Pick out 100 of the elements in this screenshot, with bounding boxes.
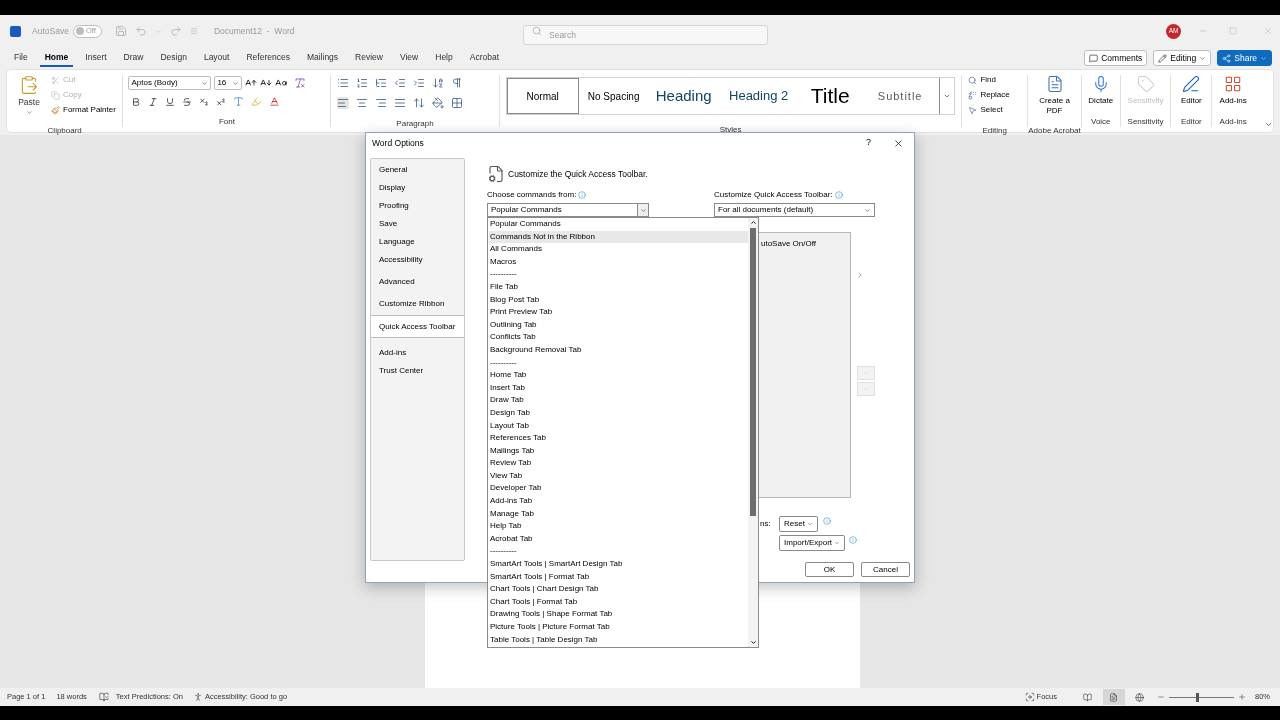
dropdown-option[interactable]: Picture Tools | Picture Format Tab (489, 621, 748, 634)
underline-icon[interactable] (165, 96, 176, 107)
ribbon-tab[interactable]: Review (350, 49, 388, 67)
toolbar-scope-dropdown[interactable]: For all documents (default) (714, 203, 875, 217)
dropdown-option[interactable]: Drawing Tools | Shape Format Tab (489, 608, 748, 621)
strikethrough-icon[interactable] (182, 96, 193, 107)
font-name-field[interactable]: Aptos (Body) (128, 76, 212, 90)
dropdown-option[interactable]: View Tab (489, 469, 748, 483)
options-nav-item[interactable]: Language (371, 233, 464, 251)
dropdown-option[interactable]: Chart Tools | Chart Design Tab (489, 583, 748, 596)
editing-command[interactable]: Replace (968, 89, 1022, 101)
dropdown-option[interactable]: Commands Not in the Ribbon (489, 230, 748, 244)
dropdown-option[interactable]: File Tab (489, 280, 748, 294)
collapse-ribbon-icon[interactable] (1264, 120, 1274, 129)
dropdown-option[interactable]: Help Tab (489, 520, 748, 533)
dropdown-option[interactable]: ---------- (489, 545, 748, 559)
align-center-icon[interactable] (356, 97, 369, 109)
dropdown-option[interactable]: Design Tab (489, 406, 748, 420)
dropdown-option[interactable]: Add-ins Tab (489, 495, 748, 508)
align-right-icon[interactable] (375, 97, 388, 109)
ok-button[interactable]: OK (805, 562, 854, 577)
shading-icon[interactable] (432, 97, 445, 109)
ribbon-large-button[interactable]: Dictate (1088, 75, 1114, 107)
sort-icon[interactable] (432, 77, 445, 89)
grow-font-icon[interactable] (245, 77, 258, 89)
options-nav-item[interactable]: General (371, 161, 464, 179)
options-nav-item[interactable]: Accessibility (371, 251, 464, 269)
accessibility-icon[interactable] (192, 692, 203, 702)
line-spacing-icon[interactable] (413, 97, 426, 109)
align-left-icon[interactable] (337, 97, 350, 109)
comments-button[interactable]: Comments (1084, 50, 1148, 66)
reset-button[interactable]: Reset (779, 516, 818, 532)
zoom-in-icon[interactable] (1238, 693, 1246, 701)
clipboard-command[interactable]: Format Painter (51, 104, 116, 116)
ribbon-tab[interactable]: Home (39, 49, 74, 67)
ribbon-large-button[interactable]: Add-ins (1219, 75, 1247, 107)
options-nav-item[interactable]: Quick Access Toolbar (371, 315, 464, 338)
options-nav-item[interactable]: Proofing (371, 197, 464, 215)
increase-indent-icon[interactable] (413, 77, 426, 89)
style-preset[interactable]: Heading 2 (718, 78, 799, 114)
font-size-field[interactable]: 16 (214, 76, 243, 90)
dropdown-option[interactable]: Outlining Tab (489, 318, 748, 332)
style-preset[interactable]: Title (798, 78, 862, 114)
editing-command[interactable]: Find (968, 74, 1022, 86)
style-preset[interactable]: Heading (648, 78, 719, 114)
import-export-button[interactable]: Import/Export (779, 535, 845, 551)
change-case-icon[interactable] (275, 77, 288, 89)
toolbar-command[interactable]: utoSave On/Off (761, 238, 850, 250)
options-nav-item[interactable]: Advanced (371, 273, 464, 291)
ribbon-tab[interactable]: Mailings (301, 49, 344, 67)
dropdown-option[interactable]: Review Tab (489, 457, 748, 470)
view-button[interactable] (1103, 689, 1125, 705)
scrollbar[interactable] (748, 218, 758, 647)
font-color-icon[interactable] (269, 96, 281, 107)
clear-formatting-icon[interactable] (294, 77, 307, 89)
superscript-icon[interactable] (216, 96, 227, 107)
zoom-slider-thumb[interactable] (1196, 692, 1200, 702)
bold-icon[interactable] (131, 96, 142, 107)
dropdown-option[interactable]: SmartArt Tools | SmartArt Design Tab (489, 558, 748, 571)
dropdown-option[interactable]: Background Removal Tab (489, 343, 748, 357)
subscript-icon[interactable] (199, 96, 210, 107)
options-nav-item[interactable]: Customize Ribbon (371, 295, 464, 313)
focus-icon[interactable] (1024, 692, 1035, 702)
close-icon[interactable] (893, 137, 904, 149)
search-field[interactable]: Search (523, 25, 768, 45)
justify-icon[interactable] (394, 97, 407, 109)
dropdown-option[interactable]: References Tab (489, 432, 748, 445)
dropdown-option[interactable]: Developer Tab (489, 482, 748, 496)
dropdown-option[interactable]: ---------- (489, 356, 748, 370)
options-nav-item[interactable]: Add-ins (371, 344, 464, 362)
editing-command[interactable]: Select (968, 104, 1022, 116)
numbering-icon[interactable] (356, 77, 369, 89)
multilevel-list-icon[interactable] (375, 77, 388, 89)
ribbon-tab[interactable]: References (241, 49, 295, 67)
decrease-indent-icon[interactable] (394, 77, 407, 89)
dropdown-option[interactable]: All Commands (489, 243, 748, 256)
dropdown-option[interactable]: ---------- (489, 268, 748, 281)
ribbon-tab[interactable]: Layout (198, 49, 235, 67)
dropdown-option[interactable]: Acrobat Tab (489, 532, 748, 546)
bullets-icon[interactable] (337, 77, 350, 89)
dropdown-option[interactable]: Popular Commands (489, 218, 748, 231)
ribbon-tab[interactable]: Help (430, 49, 458, 67)
pilcrow-icon[interactable] (451, 77, 464, 89)
text-effects-icon[interactable] (233, 96, 245, 107)
options-nav-item[interactable]: Save (371, 215, 464, 233)
dropdown-option[interactable]: SmartArt Tools | Format Tab (489, 570, 748, 584)
proofing-icon[interactable] (98, 692, 109, 702)
ribbon-large-button[interactable]: Create a PDF (1034, 75, 1075, 116)
ribbon-tab[interactable]: View (394, 49, 424, 67)
borders-icon[interactable] (451, 97, 464, 109)
ribbon-large-button[interactable]: Editor (1180, 75, 1202, 107)
shrink-font-icon[interactable] (260, 77, 273, 89)
style-preset[interactable]: No Spacing (578, 78, 649, 114)
ribbon-tab[interactable]: Insert (80, 49, 112, 67)
options-nav-item[interactable]: Trust Center (371, 362, 464, 380)
dropdown-option[interactable]: Manage Tab (489, 507, 748, 521)
dropdown-option[interactable]: Chart Tools | Format Tab (489, 595, 748, 609)
dropdown-option[interactable]: Blog Post Tab (489, 293, 748, 307)
ribbon-tab[interactable]: Draw (118, 49, 149, 67)
dropdown-option[interactable]: Mailings Tab (489, 444, 748, 458)
